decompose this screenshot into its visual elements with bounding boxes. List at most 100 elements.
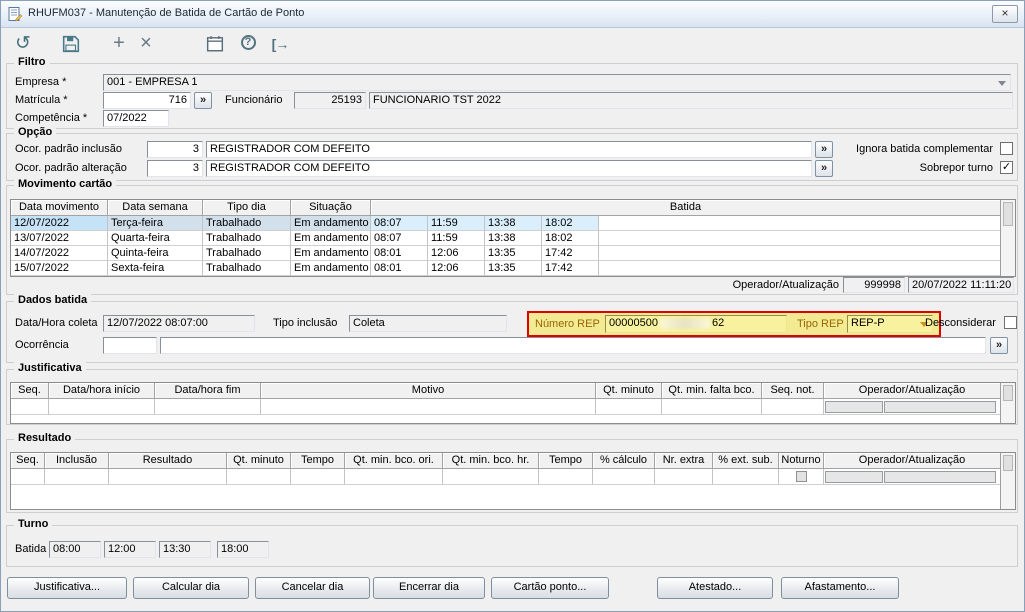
vertical-scrollbar[interactable] xyxy=(1000,200,1015,276)
cell-batida: 08:01 xyxy=(371,261,428,276)
column-header: Operador/Atualização xyxy=(824,383,1000,399)
matricula-input[interactable]: 716 xyxy=(103,92,191,109)
column-header: Batida xyxy=(371,200,1000,216)
numero-rep-label: Número REP xyxy=(535,318,600,330)
afastamento-button[interactable]: Afastamento... xyxy=(781,577,899,599)
calcular-dia-button[interactable]: Calcular dia xyxy=(133,577,249,599)
atestado-button[interactable]: Atestado... xyxy=(657,577,773,599)
scrollbar-thumb[interactable] xyxy=(1003,385,1013,401)
operador-field: 999998 xyxy=(843,277,905,293)
column-header: % ext. sub. xyxy=(713,453,779,469)
movimento-header-row: Data movimento Data semana Tipo dia Situ… xyxy=(11,200,1015,216)
cell-operador xyxy=(824,399,1000,415)
table-row-selected[interactable]: 12/07/2022 Terça-feira Trabalhado Em and… xyxy=(11,216,1015,231)
cell-batida: 17:42 xyxy=(542,261,599,276)
data-hora-coleta-field: 12/07/2022 08:07:00 xyxy=(103,315,255,332)
cell-batida: 11:59 xyxy=(428,216,485,231)
scrollbar-thumb[interactable] xyxy=(1003,202,1013,226)
vertical-scrollbar[interactable] xyxy=(1000,383,1015,423)
cell-batida: 13:35 xyxy=(485,246,542,261)
column-header: Tipo dia xyxy=(203,200,291,216)
exit-icon: [→ xyxy=(271,36,290,52)
table-row-empty[interactable] xyxy=(11,399,1015,415)
data-hora-coleta-label: Data/Hora coleta xyxy=(15,317,98,329)
help-button[interactable]: ? xyxy=(235,31,261,57)
operador-label: Operador/Atualização xyxy=(732,279,839,291)
numero-rep-suffix: 62 xyxy=(711,317,725,329)
cell xyxy=(11,399,49,415)
encerrar-dia-button[interactable]: Encerrar dia xyxy=(373,577,485,599)
cell xyxy=(45,469,109,485)
column-header: Seq. xyxy=(11,383,49,399)
funcionario-name-field: FUNCIONARIO TST 2022 xyxy=(369,92,1013,109)
column-header: Seq. not. xyxy=(762,383,824,399)
desconsiderar-checkbox[interactable] xyxy=(1004,316,1017,329)
resultado-table: Seq. Inclusão Resultado Qt. minuto Tempo… xyxy=(10,452,1016,510)
operador-subfield xyxy=(825,471,883,483)
cancelar-dia-button[interactable]: Cancelar dia xyxy=(255,577,370,599)
title-bar: RHUFM037 - Manutenção de Batida de Cartã… xyxy=(1,1,1024,28)
atualizacao-field: 20/07/2022 11:11:20 xyxy=(908,277,1014,293)
competencia-label: Competência * xyxy=(15,112,88,124)
cell-situacao: Em andamento xyxy=(291,231,371,246)
competencia-input[interactable]: 07/2022 xyxy=(103,110,169,127)
ocor-alteracao-desc-field[interactable]: REGISTRADOR COM DEFEITO xyxy=(206,160,812,177)
delete-button[interactable]: × xyxy=(134,31,158,57)
close-button[interactable]: × xyxy=(992,5,1018,23)
table-row-empty[interactable] xyxy=(11,469,1015,485)
turno-batida-field: 12:00 xyxy=(104,541,156,558)
column-header: Tempo xyxy=(291,453,345,469)
table-row[interactable]: 13/07/2022 Quarta-feira Trabalhado Em an… xyxy=(11,231,1015,246)
tipo-rep-select[interactable]: REP-P xyxy=(847,315,933,333)
cell xyxy=(539,469,593,485)
cell-batida: 13:38 xyxy=(485,216,542,231)
window-title: RHUFM037 - Manutenção de Batida de Cartã… xyxy=(28,7,305,19)
cell-batida: 13:38 xyxy=(485,231,542,246)
exit-button[interactable]: [→ xyxy=(265,31,295,57)
cell-batida: 11:59 xyxy=(428,231,485,246)
cell-tipo-dia: Trabalhado xyxy=(203,216,291,231)
column-header: Data/hora fim xyxy=(155,383,261,399)
tipo-rep-value: REP-P xyxy=(851,317,885,329)
turno-batida-field: 13:30 xyxy=(159,541,211,558)
empresa-select[interactable]: 001 - EMPRESA 1 xyxy=(103,74,1011,91)
dados-batida-group: Dados batida Data/Hora coleta 12/07/2022… xyxy=(6,294,1018,363)
cartao-ponto-button[interactable]: Cartão ponto... xyxy=(491,577,609,599)
ocorrencia-desc-field[interactable] xyxy=(160,337,986,354)
delete-icon: × xyxy=(140,32,152,54)
vertical-scrollbar[interactable] xyxy=(1000,453,1015,509)
numero-rep-prefix: 00000500 xyxy=(609,317,658,329)
column-header: Noturno xyxy=(779,453,824,469)
calendar-button[interactable] xyxy=(201,31,229,61)
ocor-alteracao-code-input[interactable]: 3 xyxy=(147,160,203,177)
cell-data-semana: Quinta-feira xyxy=(108,246,203,261)
numero-rep-redacted xyxy=(659,317,710,329)
justificativa-button[interactable]: Justificativa... xyxy=(7,577,127,599)
column-header: Motivo xyxy=(261,383,596,399)
cell xyxy=(227,469,291,485)
justificativa-group: Justificativa Seq. Data/hora início Data… xyxy=(6,362,1018,425)
ocor-inclusao-code-input[interactable]: 3 xyxy=(147,141,203,158)
ocorrencia-lookup-button[interactable]: » xyxy=(990,337,1008,354)
atualizacao-subfield xyxy=(884,401,996,413)
table-row[interactable]: 15/07/2022 Sexta-feira Trabalhado Em and… xyxy=(11,261,1015,276)
sobrepor-turno-checkbox[interactable]: ✓ xyxy=(1000,161,1013,174)
table-row[interactable]: 14/07/2022 Quinta-feira Trabalhado Em an… xyxy=(11,246,1015,261)
ocorrencia-code-input[interactable] xyxy=(103,337,157,354)
ignora-batida-checkbox[interactable] xyxy=(1000,142,1013,155)
cell xyxy=(662,399,762,415)
movimento-group: Movimento cartão Data movimento Data sem… xyxy=(6,178,1018,295)
cell xyxy=(49,399,155,415)
opcao-legend: Opção xyxy=(14,126,57,138)
refresh-button[interactable]: ↺ xyxy=(9,31,37,57)
column-header: % cálculo xyxy=(593,453,655,469)
matricula-lookup-button[interactable]: » xyxy=(194,92,212,109)
ocor-inclusao-desc-field[interactable]: REGISTRADOR COM DEFEITO xyxy=(206,141,812,158)
add-button[interactable]: + xyxy=(107,31,131,57)
scrollbar-thumb[interactable] xyxy=(1003,455,1013,471)
funcionario-code-field: 25193 xyxy=(294,92,366,109)
numero-rep-field[interactable]: 00000500 62 xyxy=(605,315,787,333)
column-header: Qt. min. falta bco. xyxy=(662,383,762,399)
cell xyxy=(261,399,596,415)
save-button[interactable] xyxy=(57,31,85,61)
